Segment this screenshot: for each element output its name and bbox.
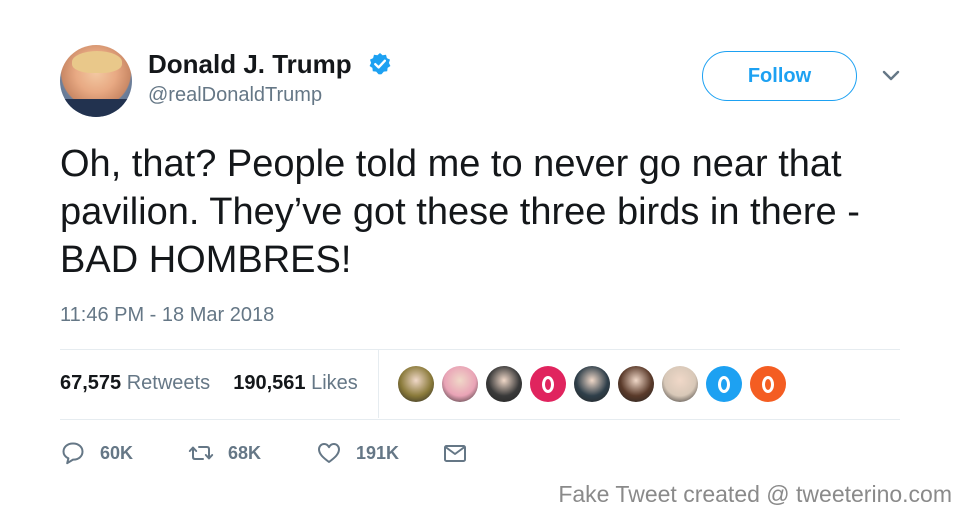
- author-name[interactable]: Donald J. Trump: [148, 49, 352, 80]
- likes-label: Likes: [311, 372, 358, 394]
- egg-icon: [762, 376, 774, 393]
- retweets-stat[interactable]: 67,575 Retweets: [60, 372, 210, 394]
- egg-icon: [542, 376, 554, 393]
- likes-stat[interactable]: 190,561 Likes: [233, 372, 358, 394]
- tweet-timestamp[interactable]: 11:46 PM - 18 Mar 2018: [60, 304, 274, 327]
- verified-badge-icon: [369, 53, 391, 75]
- egg-icon: [718, 376, 730, 393]
- avatar-suit: [60, 99, 132, 117]
- egg-avatar[interactable]: [706, 366, 742, 402]
- reply-icon: [62, 442, 84, 465]
- liker-avatars: [398, 366, 794, 402]
- cartoon-avatar[interactable]: [662, 366, 698, 402]
- egg-avatar[interactable]: [750, 366, 786, 402]
- retweets-count: 67,575: [60, 372, 122, 394]
- like-count: 191K: [356, 442, 400, 463]
- divider-top: [60, 349, 900, 350]
- tweet-text: Oh, that? People told me to never go nea…: [60, 143, 860, 281]
- person-avatar[interactable]: [442, 366, 478, 402]
- person-avatar[interactable]: [486, 366, 522, 402]
- author-handle[interactable]: @realDonaldTrump: [148, 84, 322, 107]
- person-avatar[interactable]: [574, 366, 610, 402]
- sign-avatar[interactable]: [398, 366, 434, 402]
- retweet-count: 68K: [228, 442, 262, 463]
- author-avatar[interactable]: [60, 45, 132, 117]
- likes-count: 190,561: [233, 372, 306, 394]
- heart-icon: [318, 443, 340, 463]
- opera-avatar[interactable]: [530, 366, 566, 402]
- reply-button[interactable]: 60K: [60, 440, 133, 466]
- retweets-label: Retweets: [126, 372, 211, 394]
- watermark-footer: Fake Tweet created @ tweeterino.com: [558, 481, 952, 507]
- engagement-stats: 67,575 Retweets 190,561 Likes: [60, 372, 358, 395]
- retweet-icon: [188, 446, 214, 460]
- envelope-icon: [444, 445, 466, 462]
- divider-bottom: [60, 419, 900, 420]
- follow-button[interactable]: Follow: [702, 51, 857, 101]
- reply-count: 60K: [100, 442, 134, 463]
- chevron-down-icon[interactable]: [880, 68, 902, 84]
- group-avatar[interactable]: [618, 366, 654, 402]
- like-button[interactable]: 191K: [316, 440, 399, 466]
- stats-divider: [378, 350, 379, 418]
- retweet-button[interactable]: 68K: [188, 440, 261, 466]
- avatar-hair: [72, 51, 122, 73]
- direct-message-button[interactable]: [442, 440, 482, 466]
